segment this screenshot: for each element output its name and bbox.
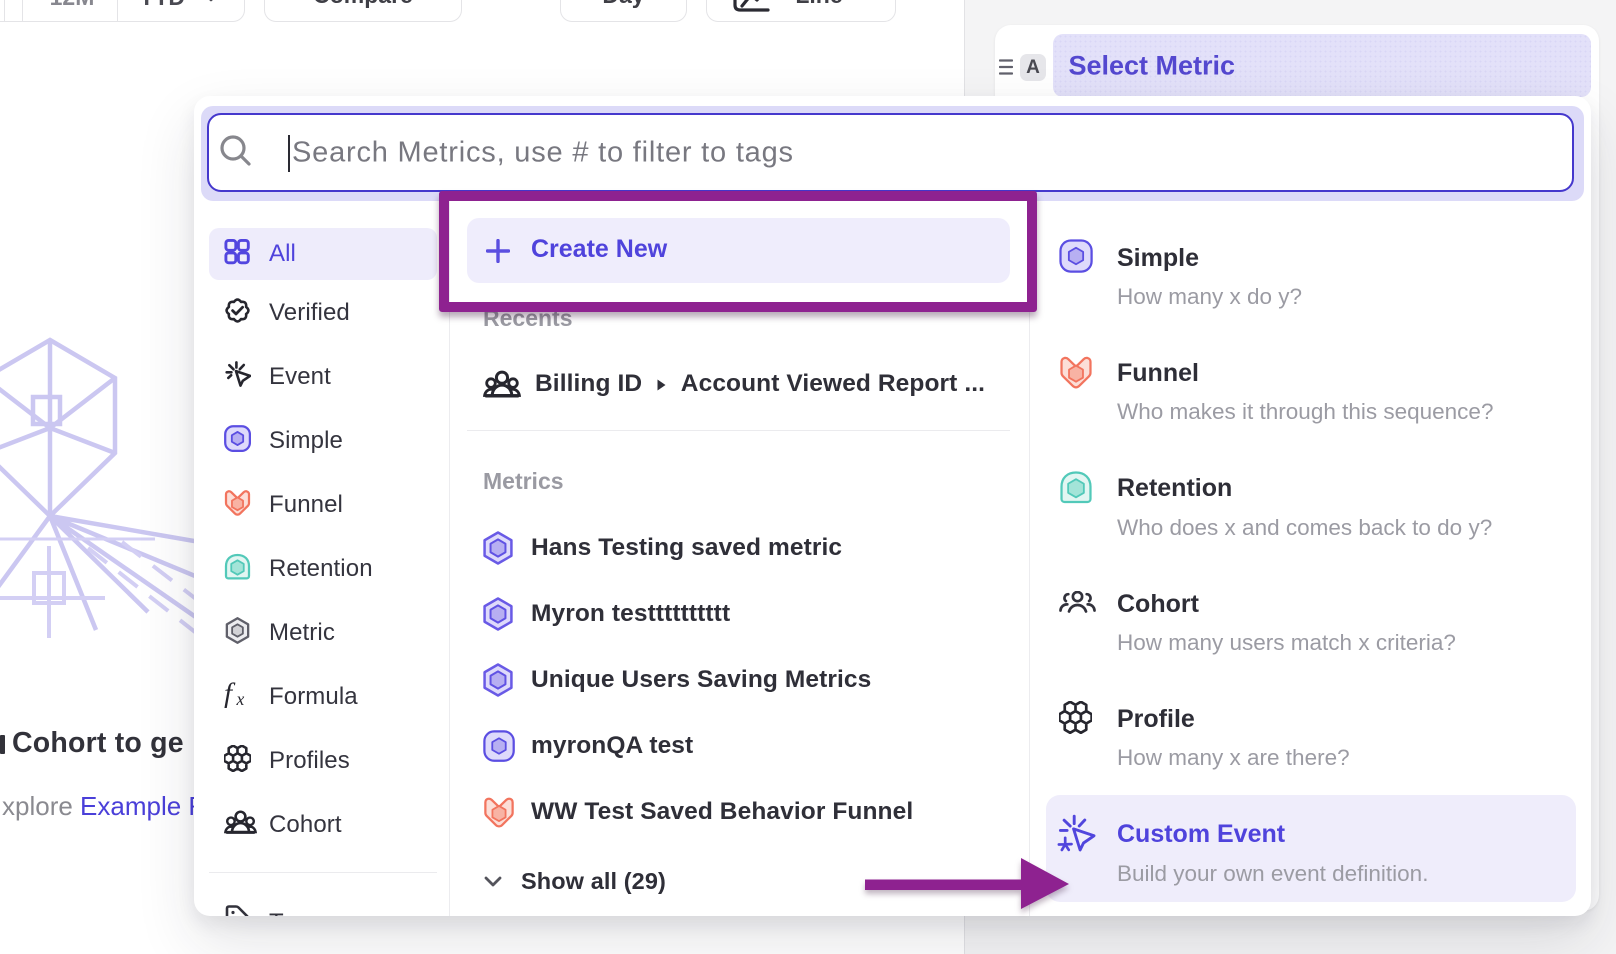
svg-text:f: f (224, 681, 236, 708)
svg-text:x: x (236, 689, 245, 708)
